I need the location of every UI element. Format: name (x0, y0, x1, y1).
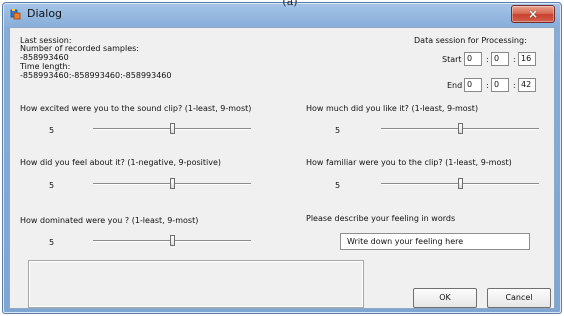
feel-value: 5 (49, 181, 55, 190)
recorded-samples-label: Number of recorded samples: (20, 44, 139, 53)
dialog-window: Dialog × Last session: Number of recorde… (2, 2, 562, 314)
dominated-question: How dominated were you ? (1-least, 9-mos… (20, 216, 199, 225)
end-label: End (447, 81, 463, 90)
like-question: How much did you like it? (1-least, 9-mo… (306, 104, 479, 113)
start-minutes-field[interactable]: 0 (491, 52, 509, 66)
start-hours-field[interactable]: 0 (464, 52, 482, 66)
end-separator-1: : (486, 81, 489, 90)
start-seconds-field[interactable]: 16 (518, 52, 536, 66)
excited-value: 5 (49, 126, 55, 135)
start-separator-2: : (513, 55, 516, 64)
time-length-value: -858993460:-858993460:-858993460 (20, 71, 172, 80)
slider-thumb[interactable] (170, 123, 175, 134)
excited-question: How excited were you to the sound clip? … (20, 104, 252, 113)
familiar-slider[interactable] (381, 177, 539, 191)
end-minutes-field[interactable]: 0 (491, 78, 509, 92)
feeling-words-label: Please describe your feeling in words (306, 214, 456, 223)
end-hours-field[interactable]: 0 (464, 78, 482, 92)
end-seconds-field[interactable]: 42 (518, 78, 536, 92)
dialog-content: Last session: Number of recorded samples… (9, 27, 555, 309)
start-separator-1: : (486, 55, 489, 64)
cancel-button[interactable]: Cancel (487, 288, 551, 308)
like-value: 5 (335, 126, 341, 135)
slider-thumb[interactable] (458, 123, 463, 134)
feeling-words-input[interactable]: Write down your feeling here (340, 233, 530, 250)
start-label: Start (442, 55, 462, 64)
window-title: Dialog (27, 7, 63, 20)
slider-thumb[interactable] (170, 178, 175, 189)
familiar-question: How familiar were you to the clip? (1-le… (306, 158, 512, 167)
close-button[interactable]: × (511, 5, 555, 23)
dialog-app-icon (10, 9, 21, 20)
dominated-value: 5 (49, 238, 55, 247)
processing-label: Data session for Processing: (414, 36, 527, 45)
excited-slider[interactable] (93, 122, 251, 136)
ok-button[interactable]: OK (413, 288, 477, 308)
end-separator-2: : (513, 81, 516, 90)
close-icon: × (527, 7, 539, 21)
time-length-label: Time length: (20, 62, 71, 71)
like-slider[interactable] (381, 122, 539, 136)
blank-group-box (28, 260, 364, 308)
feel-slider[interactable] (93, 177, 251, 191)
slider-thumb[interactable] (458, 178, 463, 189)
dominated-slider[interactable] (93, 234, 251, 248)
figure-caption: (a) (282, 0, 298, 8)
recorded-samples-value: -858993460 (20, 53, 69, 62)
feel-question: How did you feel about it? (1-negative, … (20, 158, 222, 167)
slider-thumb[interactable] (170, 235, 175, 246)
screenshot-stage: (a) Dialog × Last session: Number of rec… (0, 0, 564, 316)
familiar-value: 5 (335, 181, 341, 190)
